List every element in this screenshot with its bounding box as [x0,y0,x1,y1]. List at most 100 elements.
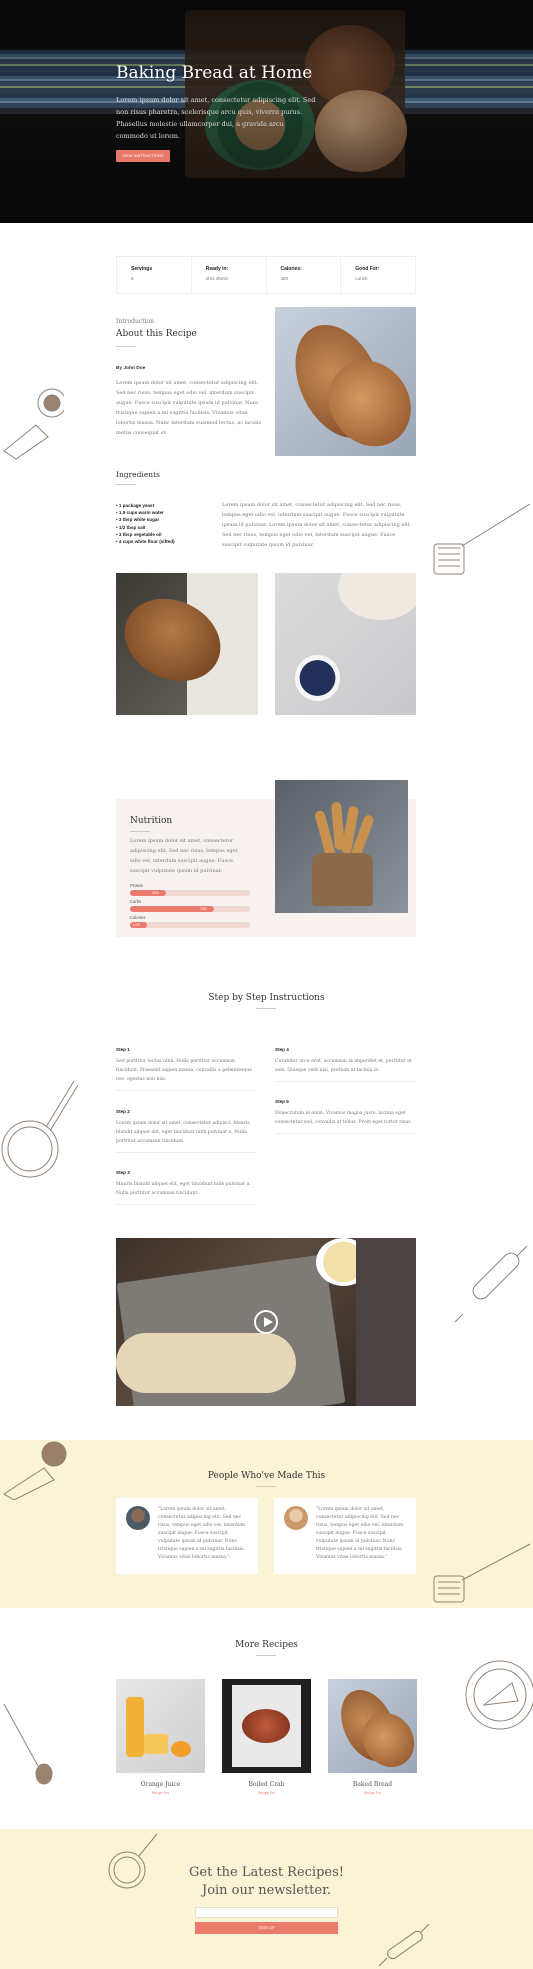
divider [116,1090,256,1091]
divider [275,1133,416,1134]
avatar [126,1506,150,1530]
baked-bread-photo[interactable] [328,1679,417,1773]
divider [116,484,136,485]
ingredients-title: Ingredients [116,470,160,479]
info-label: Good For: [355,266,380,272]
step-4: Step 4 Curabitur arcu erat, accumsan id … [275,1047,416,1082]
recipe-link[interactable]: Recipe Pro [116,1791,205,1795]
info-value: 420 [280,276,289,281]
divider [256,1008,276,1009]
view-instructions-button[interactable]: VIEW INSTRUCTIONS [116,150,170,162]
bar-label-calories: Calories [130,915,146,920]
rolling-pin-icon [378,1923,430,1967]
steps-title: Step by Step Instructions [208,993,325,1003]
step-title: Step 1 [116,1047,130,1052]
step-text: Lorem ipsum dolor sit amet, consectetur … [116,1121,250,1144]
step-text: Curabitur arcu erat, accumsan id imperdi… [275,1059,412,1073]
ingredient-item: 1 package yeast [116,502,175,509]
boiled-crab-photo[interactable] [222,1679,311,1773]
info-ready-in: Ready in: 2hrs 45min [192,257,267,293]
about-text: Lorem ipsum dolor sit amet, consectetur … [116,380,262,436]
skillet-icon [1,1080,79,1178]
testimonial-card: "Lorem ipsum dolor sit amet, consectetur… [274,1498,416,1574]
divider [116,1152,256,1153]
divider [116,1204,256,1205]
bar-label-protein: Protein [130,883,144,888]
play-icon[interactable] [254,1310,278,1334]
divider [275,1081,416,1082]
plate-icon [465,1660,533,1730]
testimonial-text: "Lorem ipsum dolor sit amet, consectetur… [158,1507,246,1560]
newsletter-title: Get the Latest Recipes! Join our newslet… [0,1864,533,1900]
ingredient-item: 1/2 tbsp salt [116,524,175,531]
info-label: Calories: [280,266,302,272]
recipe-link[interactable]: Recipe Pro [328,1791,417,1795]
email-field[interactable] [195,1907,338,1918]
newsletter-line: Get the Latest Recipes! [188,1865,345,1880]
hero-title: Baking Bread at Home [116,63,313,83]
more-recipes-title: More Recipes [235,1640,298,1650]
bar-value: 30% [152,891,160,895]
testimonial-card: "Lorem ipsum dolor sit amet, consectetur… [116,1498,258,1574]
ingredient-item: 3 tbsp vegetable oil [116,531,175,538]
info-good-for: Good For: Lunch [341,257,415,293]
step-5: Step 5 Donecrutum id enim. Vivamus magna… [275,1099,416,1134]
orange-juice-photo[interactable] [116,1679,205,1773]
carbs-bar: 70% [130,906,250,912]
recipe-link[interactable]: Recipe Pro [222,1791,311,1795]
nutrition-title: Nutrition [130,816,173,826]
avatar [284,1506,308,1530]
info-calories: Calories: 420 [267,257,342,293]
info-value: Lunch [355,276,368,281]
about-kicker: Introduction [116,318,154,325]
cutting-board-icon [3,1441,67,1500]
step-2: Step 2 Lorem ipsum dolor sit amet, conse… [116,1109,256,1153]
info-label: Ready in: [205,266,229,272]
recipe-info-bar: Servings 6 Ready in: 2hrs 45min Calories… [116,256,416,294]
step-text: Sed porttitor lectus nibh. Nulla porttit… [116,1059,253,1082]
testimonial-text: "Lorem ipsum dolor sit amet, consectetur… [316,1507,404,1560]
info-servings: Servings 6 [117,257,192,293]
step-1: Step 1 Sed porttitor lectus nibh. Nulla … [116,1047,256,1091]
step-title: Step 3 [116,1170,130,1175]
nutrition-text: Lorem ipsum dolor sit amet, consectetur … [130,838,238,874]
bread-photo [275,307,416,456]
bar-fill [130,890,166,896]
bar-value: 14% [132,923,140,927]
protein-bar: 30% [130,890,250,896]
breadsticks-photo [275,780,408,913]
divider [116,346,136,347]
step-title: Step 5 [275,1099,289,1104]
loaf-photo [116,573,258,715]
spatula-icon [433,1543,531,1603]
rolling-pin-icon [454,1245,528,1323]
divider [130,831,150,832]
step-text: Donecrutum id enim. Vivamus magna justo,… [275,1111,413,1125]
ingredient-item: 3 tbsp white sugar [116,516,175,523]
bar-label-carbs: Carbs [130,899,142,904]
about-author: By John Doe [116,366,146,371]
step-3: Step 3 Mauris blandit aliquet elit, eget… [116,1170,256,1205]
hero-description: Lorem ipsum dolor sit amet, consectetur … [116,96,316,140]
video-player[interactable] [116,1238,416,1406]
recipe-name[interactable]: Baked Bread [328,1781,417,1788]
step-text: Mauris blandit aliquet elit, eget tincid… [116,1182,251,1196]
step-title: Step 2 [116,1109,130,1114]
cutting-board-icon [3,388,64,460]
bar-value: 70% [200,907,208,911]
sign-up-button[interactable]: SIGN UP [195,1922,338,1934]
divider [256,1486,276,1487]
recipe-name[interactable]: Boiled Crab [222,1781,311,1788]
ingredients-text: Lorem ipsum dolor sit amet, consectetur … [222,502,412,548]
info-value: 6 [131,276,134,281]
info-value: 2hrs 45min [205,276,229,281]
skillet-icon [108,1833,158,1889]
spoon-icon [3,1703,53,1785]
ingredient-item: 4 cups white flour (sifted) [116,538,175,545]
step-title: Step 4 [275,1047,289,1052]
calories-bar: 14% [130,922,250,928]
recipe-name[interactable]: Orange Juice [116,1781,205,1788]
ingredient-item: 1.5 cups warm water [116,509,175,516]
newsletter-line: Join our newsletter. [201,1883,332,1898]
about-title: About this Recipe [116,329,197,339]
